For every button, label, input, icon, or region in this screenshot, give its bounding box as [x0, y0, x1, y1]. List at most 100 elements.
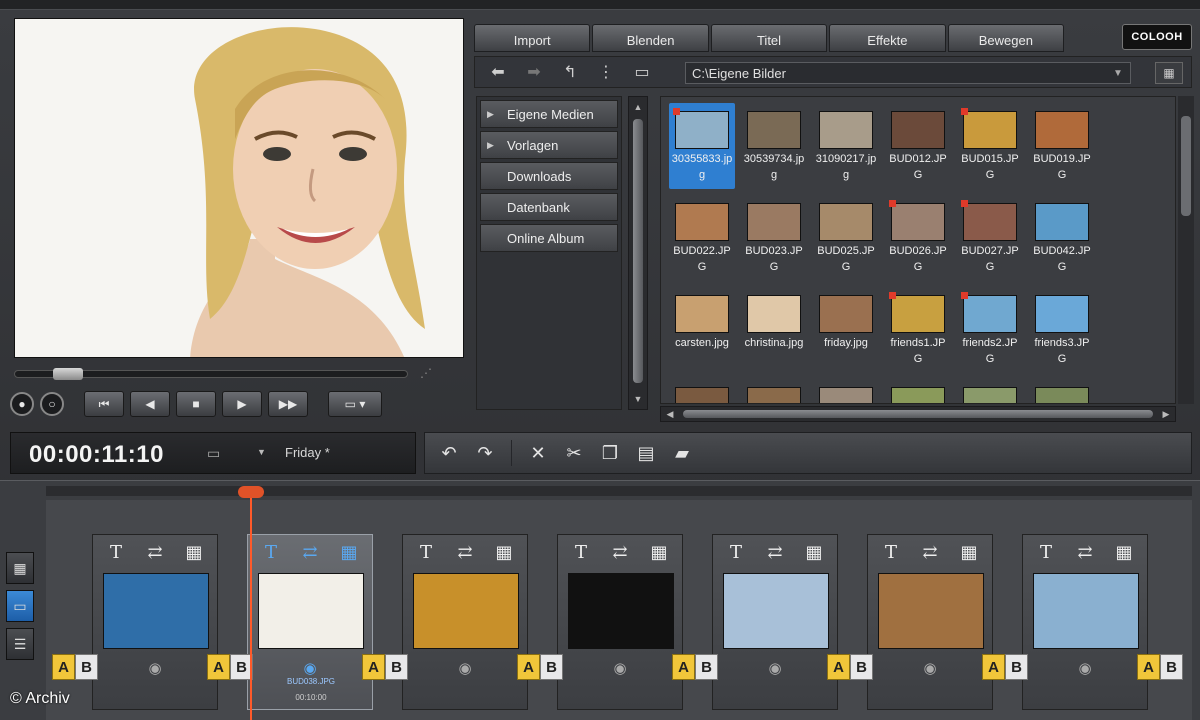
title-icon[interactable]: T — [413, 540, 439, 564]
file-thumbnail[interactable]: friends2.JPG — [957, 287, 1023, 373]
storyboard-slot[interactable]: T ⇄ ▦ ◉ BUD038.JPG 00:10:00 — [247, 534, 373, 710]
redo-icon[interactable]: ↷ — [469, 438, 501, 468]
storyboard-slot[interactable]: T ⇄ ▦ ◉ — [92, 534, 218, 710]
transition-ab-icon[interactable]: AB — [672, 654, 718, 680]
forward-arrow-icon[interactable]: ➡ — [521, 62, 547, 82]
file-thumbnail[interactable] — [957, 379, 1023, 403]
storyboard-slot[interactable]: T ⇄ ▦ ◉ — [557, 534, 683, 710]
file-thumbnail[interactable]: 30539734.jpg — [741, 103, 807, 189]
effect-icon[interactable]: ▦ — [956, 540, 982, 564]
swap-icon[interactable]: ⇄ — [607, 540, 633, 564]
storyboard-slot[interactable]: T ⇄ ▦ ◉ — [1022, 534, 1148, 710]
sidebar-item[interactable]: ▶ Eigene Medien — [480, 100, 618, 128]
sidebar-scrollbar[interactable]: ▲ ▼ — [628, 96, 648, 410]
swap-icon[interactable]: ⇄ — [917, 540, 943, 564]
effect-icon[interactable]: ▦ — [646, 540, 672, 564]
effect-icon[interactable]: ▦ — [336, 540, 362, 564]
timeline-mode-icon[interactable]: ▦ — [6, 552, 34, 584]
file-thumbnail[interactable] — [885, 379, 951, 403]
tab-effekte[interactable]: Effekte — [829, 24, 946, 52]
title-icon[interactable]: T — [723, 540, 749, 564]
effect-icon[interactable]: ▦ — [181, 540, 207, 564]
scissors-icon[interactable]: ✂ — [558, 438, 590, 468]
scrollbar-thumb[interactable] — [683, 410, 1153, 418]
swap-icon[interactable]: ⇄ — [142, 540, 168, 564]
file-thumbnail[interactable]: friends1.JPG — [885, 287, 951, 373]
file-thumbnail[interactable]: BUD015.JPG — [957, 103, 1023, 189]
file-thumbnail[interactable]: friends3.JPG — [1029, 287, 1095, 373]
tab-bewegen[interactable]: Bewegen — [947, 24, 1065, 52]
camera-icon[interactable]: ◉ — [296, 657, 324, 679]
sidebar-item[interactable]: ▶ Vorlagen — [480, 131, 618, 159]
file-thumbnail[interactable]: BUD025.JPG — [813, 195, 879, 281]
file-thumbnail[interactable]: friday.jpg — [813, 287, 879, 373]
title-icon[interactable]: T — [103, 540, 129, 564]
sidebar-item[interactable]: Online Album — [480, 224, 618, 252]
camera-icon[interactable]: ◉ — [761, 657, 789, 679]
camera-icon[interactable]: ◉ — [606, 657, 634, 679]
effect-icon[interactable]: ▦ — [491, 540, 517, 564]
tree-icon[interactable]: ⋮ — [593, 62, 619, 82]
sidebar-item[interactable]: Downloads — [480, 162, 618, 190]
skip-to-start-button[interactable]: ⏮ — [84, 391, 124, 417]
camera-icon[interactable]: ◉ — [1071, 657, 1099, 679]
brand-button[interactable]: COLOOH — [1122, 24, 1192, 50]
project-name[interactable]: Friday * — [285, 445, 330, 460]
screen-icon[interactable]: ▭ — [207, 445, 229, 463]
monitor-icon[interactable]: ▭ — [629, 62, 655, 82]
circle-icon[interactable]: ○ — [40, 392, 64, 416]
storyboard-slot[interactable]: T ⇄ ▦ ◉ — [402, 534, 528, 710]
swap-icon[interactable]: ⇄ — [762, 540, 788, 564]
scrollbar-thumb[interactable] — [1181, 116, 1191, 216]
swap-icon[interactable]: ⇄ — [297, 540, 323, 564]
undo-icon[interactable]: ↶ — [433, 438, 465, 468]
scene-mode-icon[interactable]: ☰ — [6, 628, 34, 660]
chevron-right-icon[interactable]: ▶ — [487, 109, 494, 120]
title-icon[interactable]: T — [258, 540, 284, 564]
tab-titel[interactable]: Titel — [710, 24, 828, 52]
tab-import[interactable]: Import — [474, 24, 591, 52]
storyboard-mode-icon[interactable]: ▭ — [6, 590, 34, 622]
file-thumbnail[interactable]: carsten.jpg — [669, 287, 735, 373]
scroll-up-icon[interactable]: ▲ — [629, 99, 647, 115]
file-thumbnail[interactable]: BUD023.JPG — [741, 195, 807, 281]
file-thumbnail[interactable]: 30355833.jpg — [669, 103, 735, 189]
grid-horizontal-scrollbar[interactable]: ◀ ▶ — [660, 406, 1176, 422]
swap-icon[interactable]: ⇄ — [1072, 540, 1098, 564]
transition-ab-icon[interactable]: AB — [517, 654, 563, 680]
tab-blenden[interactable]: Blenden — [592, 24, 709, 52]
title-icon[interactable]: T — [568, 540, 594, 564]
back-arrow-icon[interactable]: ⬅ — [485, 62, 511, 82]
camera-icon[interactable]: ◉ — [141, 657, 169, 679]
copy-icon[interactable]: ❐ — [594, 438, 626, 468]
file-thumbnail[interactable] — [1029, 379, 1095, 403]
file-thumbnail[interactable]: BUD022.JPG — [669, 195, 735, 281]
sidebar-item[interactable]: Datenbank — [480, 193, 618, 221]
chevron-down-icon[interactable]: ▼ — [257, 447, 271, 461]
eraser-icon[interactable]: ▰ — [666, 438, 698, 468]
timeline-ruler[interactable] — [46, 486, 1192, 496]
title-icon[interactable]: T — [878, 540, 904, 564]
file-thumbnail[interactable]: BUD012.JPG — [885, 103, 951, 189]
scroll-right-icon[interactable]: ▶ — [1159, 407, 1173, 421]
chevron-down-icon[interactable]: ▼ — [1110, 65, 1126, 81]
resize-grip-icon[interactable]: ⋰ — [420, 366, 464, 382]
transition-ab-icon[interactable]: AB — [827, 654, 873, 680]
paste-icon[interactable]: ▤ — [630, 438, 662, 468]
transition-ab-icon[interactable]: AB — [362, 654, 408, 680]
effect-icon[interactable]: ▦ — [1111, 540, 1137, 564]
up-folder-icon[interactable]: ↰ — [557, 62, 583, 82]
file-thumbnail[interactable] — [813, 379, 879, 403]
transition-ab-icon[interactable]: AB — [207, 654, 253, 680]
transition-ab-icon[interactable]: AB — [982, 654, 1028, 680]
stop-button[interactable]: ■ — [176, 391, 216, 417]
record-icon[interactable]: ● — [10, 392, 34, 416]
camera-icon[interactable]: ◉ — [451, 657, 479, 679]
grid-vertical-scrollbar[interactable] — [1178, 96, 1194, 404]
title-icon[interactable]: T — [1033, 540, 1059, 564]
chevron-right-icon[interactable]: ▶ — [487, 140, 494, 151]
playhead-handle[interactable] — [238, 486, 264, 498]
file-thumbnail[interactable]: BUD042.JPG — [1029, 195, 1095, 281]
file-thumbnail[interactable]: BUD027.JPG — [957, 195, 1023, 281]
forward-button[interactable]: ▶▶ — [268, 391, 308, 417]
